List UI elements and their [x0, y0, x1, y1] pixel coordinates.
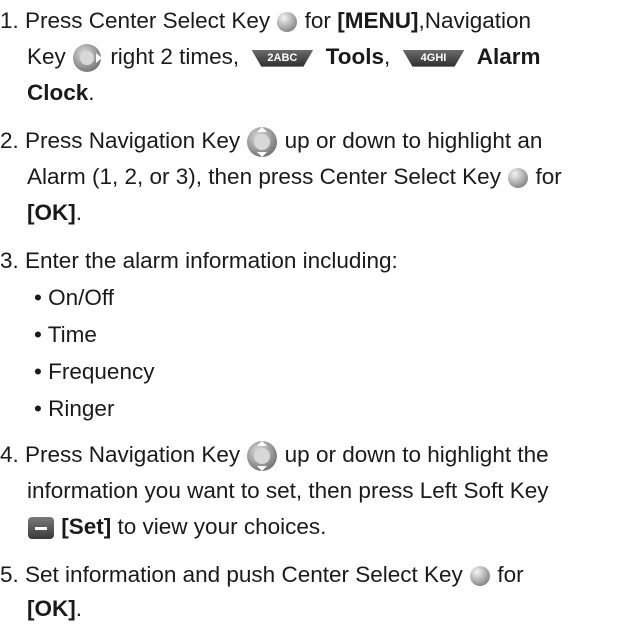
step-3-line-1: 3. Enter the alarm information including… — [0, 248, 398, 273]
step-5-line-1: 5. Set information and push Center Selec… — [0, 562, 524, 587]
list-item: • Time — [34, 322, 97, 347]
step-number: 4. — [0, 442, 19, 467]
navigation-key-updown-icon — [247, 127, 278, 158]
step-number: 2. — [0, 128, 19, 153]
list-item: • Frequency — [34, 359, 155, 384]
step-4-line-1: 4. Press Navigation Key up or down to hi… — [0, 440, 549, 472]
navigation-key-right-icon — [73, 44, 103, 73]
center-select-key-icon — [277, 12, 298, 33]
step-5-line-2: [OK]. — [27, 596, 83, 621]
step-2-line-3: [OK]. — [27, 200, 83, 225]
key-2abc-icon: 2ABC — [251, 49, 314, 67]
step-2-line-1: 2. Press Navigation Key up or down to hi… — [0, 126, 542, 158]
step-number: 5. — [0, 562, 19, 587]
key-4ghi-icon: 4GHI — [402, 49, 465, 67]
list-item: • Ringer — [34, 396, 115, 421]
center-select-key-icon — [508, 168, 529, 189]
step-1-line-2: Key right 2 times, 2ABC Tools, 4GHI Alar… — [27, 42, 541, 73]
step-4-line-2: information you want to set, then press … — [27, 478, 549, 503]
step-number: 1. — [0, 8, 19, 33]
step-2-line-2: Alarm (1, 2, or 3), then press Center Se… — [27, 164, 562, 189]
step-1-line-1: 1. Press Center Select Key for [MENU],Na… — [0, 8, 532, 33]
list-item: • On/Off — [34, 285, 115, 310]
step-number: 3. — [0, 248, 19, 273]
navigation-key-updown-icon — [247, 441, 278, 472]
step-4-line-3: [Set] to view your choices. — [27, 512, 326, 542]
center-select-key-icon — [470, 566, 491, 587]
step-1-line-3: Clock. — [27, 80, 95, 105]
left-soft-key-icon — [28, 517, 54, 540]
